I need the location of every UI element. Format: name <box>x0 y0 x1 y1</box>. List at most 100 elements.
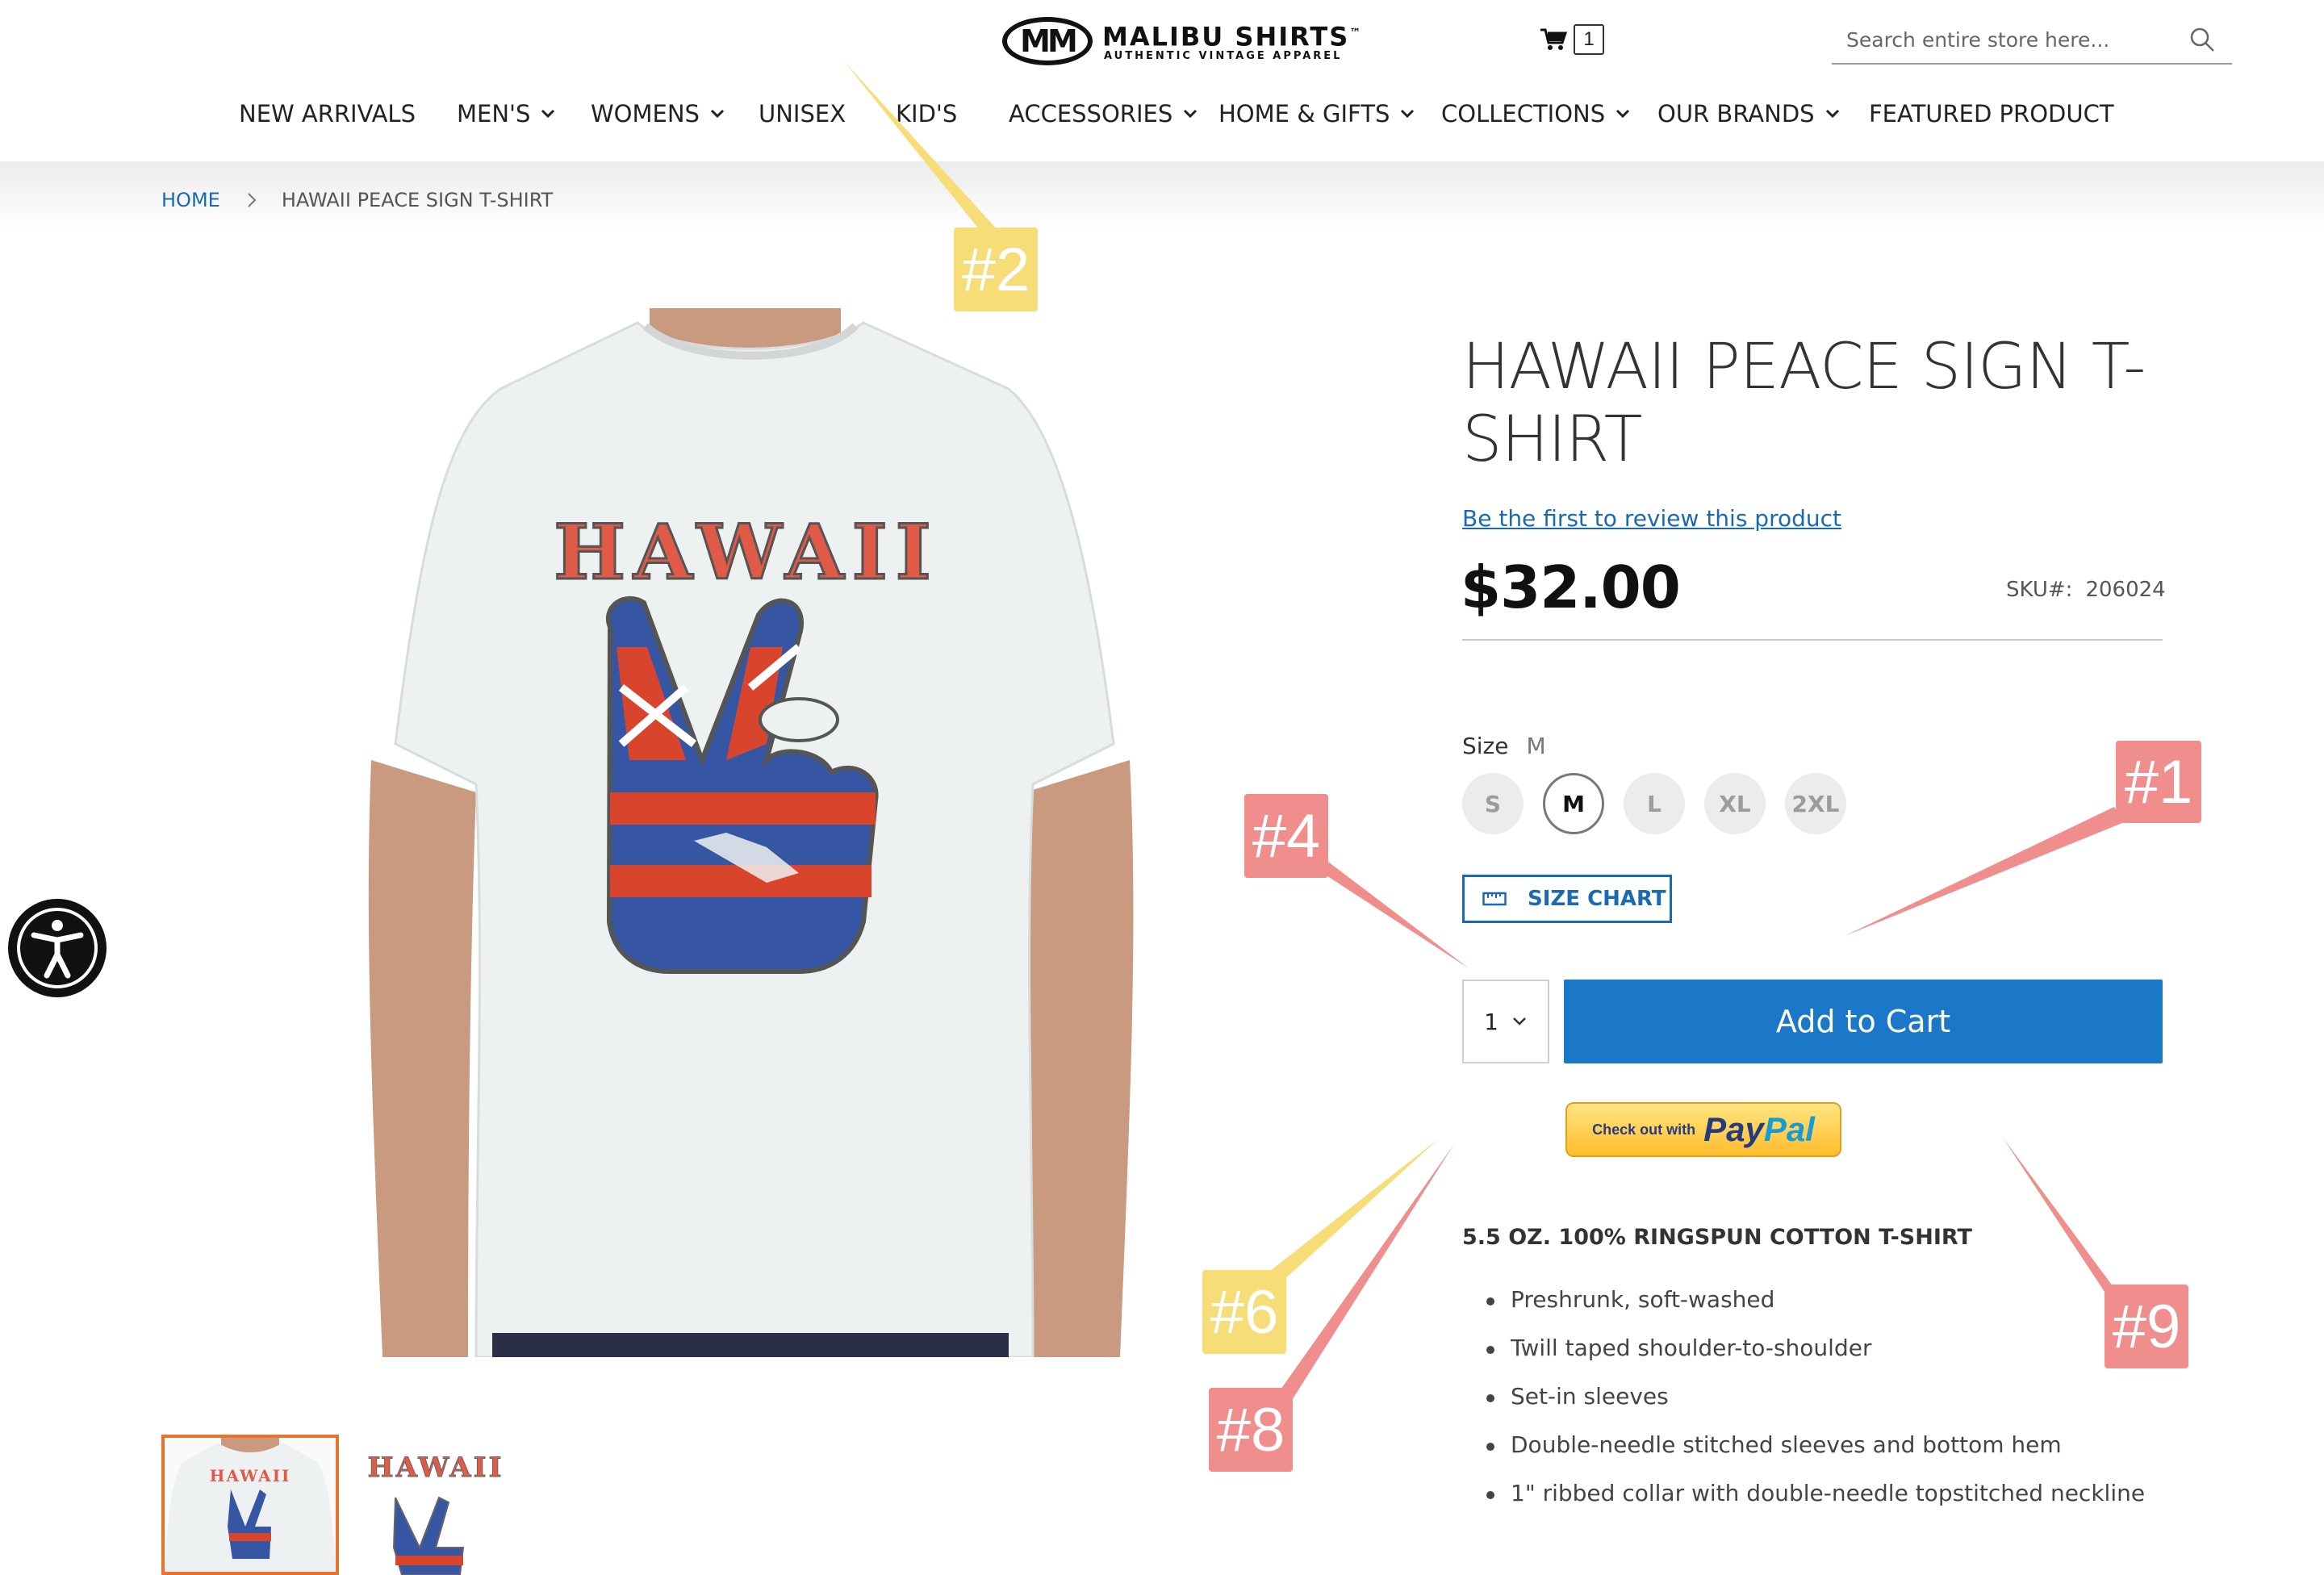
nav-item-label: MEN'S <box>457 100 531 127</box>
chevron-down-icon <box>1401 109 1415 119</box>
nav-item-mens[interactable]: MEN'S <box>457 95 556 132</box>
nav-item-featured-product[interactable]: FEATURED PRODUCT <box>1869 95 2114 132</box>
breadcrumb-home-link[interactable]: HOME <box>161 189 220 211</box>
ruler-icon <box>1482 892 1507 906</box>
feature-item: Twill taped shoulder-to-shoulder <box>1486 1322 2145 1370</box>
thumbnail-graphic[interactable]: HAWAII <box>355 1435 533 1575</box>
chevron-down-icon <box>710 109 725 119</box>
size-swatches: S M L XL 2XL <box>1462 773 1866 834</box>
annotation-pointer-6 <box>1259 1139 1438 1291</box>
nav-item-new-arrivals[interactable]: NEW ARRIVALS <box>239 95 416 132</box>
chevron-down-icon <box>1513 1017 1526 1026</box>
logo-wordmark: MALIBU SHIRTS™ AUTHENTIC VINTAGE APPAREL <box>1102 19 1362 64</box>
product-main-image[interactable]: HAWAII <box>347 308 1154 1357</box>
model-jeans <box>492 1333 1009 1357</box>
chevron-down-icon <box>1825 109 1839 119</box>
annotation-label-1: #1 <box>2116 741 2201 823</box>
thumbnail-graphic-image: HAWAII <box>367 1452 504 1575</box>
feature-item: Double-needle stitched sleeves and botto… <box>1486 1418 2145 1467</box>
annotation-pointer-4 <box>1315 852 1469 968</box>
search-icon[interactable] <box>2188 26 2216 53</box>
description-heading: 5.5 OZ. 100% RINGSPUN COTTON T-SHIRT <box>1462 1225 1972 1250</box>
size-selected-value: M <box>1526 733 1546 759</box>
size-chart-button[interactable]: SIZE CHART <box>1462 875 1672 923</box>
thumbnail-front[interactable]: HAWAII <box>161 1435 339 1575</box>
cart-count-badge: 1 <box>1574 24 1604 55</box>
nav-item-our-brands[interactable]: OUR BRANDS <box>1657 95 1841 132</box>
main-navigation: NEW ARRIVALS MEN'S WOMENS UNISEX KID'S A… <box>0 95 2324 132</box>
annotation-pointer-1 <box>1845 807 2122 936</box>
nav-item-label: KID'S <box>896 100 958 127</box>
annotation-pointer-8 <box>1275 1144 1454 1404</box>
feature-list: Preshrunk, soft-washed Twill taped shoul… <box>1486 1273 2145 1515</box>
breadcrumb: HOME HAWAII PEACE SIGN T-SHIRT <box>161 189 553 211</box>
logo-title: MALIBU SHIRTS <box>1102 21 1350 52</box>
quantity-select[interactable]: 1 <box>1462 980 1549 1063</box>
nav-item-label: NEW ARRIVALS <box>239 100 416 127</box>
thumbnail-graphic-text: HAWAII <box>367 1452 504 1484</box>
size-swatch-s[interactable]: S <box>1462 773 1524 834</box>
logo-trademark: ™ <box>1349 26 1363 40</box>
cart-icon <box>1540 28 1567 50</box>
accessibility-icon <box>31 920 84 979</box>
chevron-down-icon <box>1184 109 1198 119</box>
nav-item-kids[interactable]: KID'S <box>896 95 957 132</box>
feature-item: Set-in sleeves <box>1486 1370 2145 1418</box>
size-swatch-l[interactable]: L <box>1624 773 1685 834</box>
paypal-checkout-button[interactable]: Check out with PayPal <box>1565 1102 1841 1157</box>
mini-cart[interactable]: 1 <box>1540 24 1604 55</box>
site-logo[interactable]: MM MALIBU SHIRTS™ AUTHENTIC VINTAGE APPA… <box>1002 16 1362 66</box>
quantity-value: 1 <box>1484 1008 1498 1035</box>
search-input[interactable] <box>1832 19 2188 60</box>
nav-item-womens[interactable]: WOMENS <box>591 95 725 132</box>
annotation-label-4: #4 <box>1244 794 1328 878</box>
chevron-down-icon <box>541 109 555 119</box>
nav-item-label: HOME & GIFTS <box>1218 100 1390 127</box>
nav-item-unisex[interactable]: UNISEX <box>759 95 846 132</box>
nav-item-label: WOMENS <box>591 100 700 127</box>
annotation-label-2: #2 <box>954 228 1038 311</box>
logo-subtitle: AUTHENTIC VINTAGE APPAREL <box>1104 50 1343 63</box>
accessibility-button[interactable] <box>8 899 107 997</box>
review-link[interactable]: Be the first to review this product <box>1462 505 1841 532</box>
size-chart-label: SIZE CHART <box>1528 887 1666 911</box>
paypal-logo: PayPal <box>1703 1110 1815 1149</box>
size-swatch-xl[interactable]: XL <box>1704 773 1766 834</box>
chevron-down-icon <box>1616 109 1630 119</box>
nav-item-label: ACCESSORIES <box>1009 100 1173 127</box>
annotation-label-6: #6 <box>1202 1270 1286 1354</box>
feature-item: 1" ribbed collar with double-needle tops… <box>1486 1467 2145 1515</box>
nav-item-label: COLLECTIONS <box>1441 100 1606 127</box>
thumbnail-print-text: HAWAII <box>210 1466 291 1485</box>
paypal-logo-pay: Pay <box>1703 1110 1764 1148</box>
shirt-print-text: HAWAII <box>554 508 939 597</box>
nav-item-label: UNISEX <box>759 100 846 127</box>
paypal-prefix: Check out with <box>1592 1121 1696 1138</box>
logo-emblem: MM <box>1002 17 1093 65</box>
chevron-right-icon <box>248 193 257 207</box>
product-price: $32.00 <box>1461 554 1681 621</box>
nav-item-home-gifts[interactable]: HOME & GIFTS <box>1218 95 1415 132</box>
sku-value: 206024 <box>2085 578 2166 602</box>
divider <box>1462 639 2163 641</box>
feature-item: Preshrunk, soft-washed <box>1486 1273 2145 1322</box>
nav-item-label: OUR BRANDS <box>1657 100 1815 127</box>
nav-item-accessories[interactable]: ACCESSORIES <box>1009 95 1198 132</box>
site-header: MM MALIBU SHIRTS™ AUTHENTIC VINTAGE APPA… <box>0 0 2324 161</box>
accessibility-ring <box>17 908 98 988</box>
product-sku: SKU#: 206024 <box>2006 578 2166 602</box>
size-label: Size <box>1462 733 1509 759</box>
add-to-cart-button[interactable]: Add to Cart <box>1564 980 2163 1063</box>
size-swatch-m[interactable]: M <box>1543 773 1604 834</box>
tshirt-photo: HAWAII <box>368 308 1134 1357</box>
annotation-label-8: #8 <box>1209 1388 1293 1472</box>
paypal-logo-pal: Pal <box>1763 1110 1815 1148</box>
thumbnail-front-image: HAWAII <box>165 1438 336 1572</box>
nav-item-collections[interactable]: COLLECTIONS <box>1441 95 1631 132</box>
search-bar <box>1832 16 2232 65</box>
size-swatch-2xl[interactable]: 2XL <box>1785 773 1846 834</box>
size-attribute: Size M <box>1462 733 1546 759</box>
model-right-arm <box>1025 760 1134 1357</box>
sku-label: SKU#: <box>2006 578 2073 602</box>
product-thumbnails: HAWAII HAWAII <box>161 1435 549 1575</box>
